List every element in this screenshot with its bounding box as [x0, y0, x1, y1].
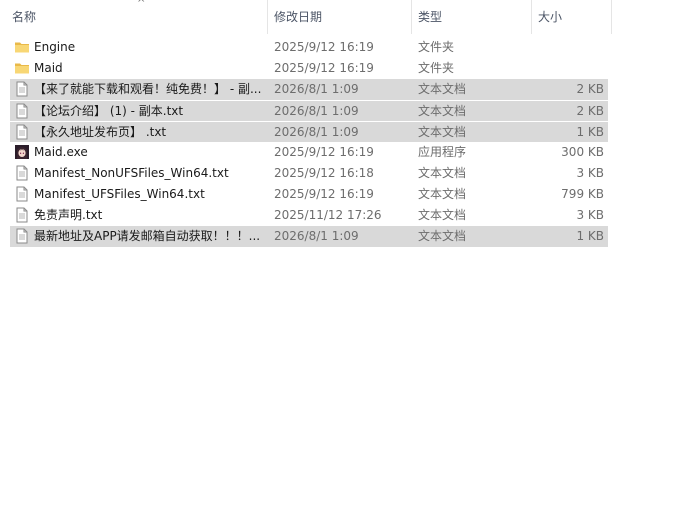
app-icon	[14, 142, 30, 163]
text-file-icon	[14, 226, 30, 247]
file-modified-date: 2026/8/1 1:09	[274, 82, 359, 96]
file-name: 【论坛介绍】 (1) - 副本.txt	[34, 104, 184, 118]
text-file-icon	[14, 122, 30, 142]
text-file-icon	[14, 205, 30, 226]
file-size	[530, 37, 604, 58]
file-list-pane: ^ 名称 修改日期 类型 大小 Engine 2025/9/12 16:19 文件夹…	[0, 0, 687, 516]
text-file-icon	[14, 101, 30, 121]
file-modified-date: 2025/9/12 16:19	[274, 187, 374, 201]
file-modified-date: 2026/8/1 1:09	[274, 229, 359, 243]
file-name: Manifest_UFSFiles_Win64.txt	[34, 187, 205, 201]
file-row[interactable]: 【来了就能下载和观看！纯免费！】 - 副... 2026/8/1 1:09 文本文档…	[10, 79, 608, 100]
file-type: 文本文档	[418, 82, 467, 96]
file-type: 文件夹	[418, 40, 455, 54]
file-size: 300 KB	[561, 145, 604, 159]
folder-icon	[14, 37, 30, 58]
text-file-icon	[14, 79, 30, 100]
file-name: Maid.exe	[34, 145, 88, 159]
file-modified-date: 2025/11/12 17:26	[274, 208, 382, 222]
file-row[interactable]: 【论坛介绍】 (1) - 副本.txt 2026/8/1 1:09 文本文档 2 KB	[10, 100, 608, 121]
column-header-type[interactable]: 类型	[412, 0, 532, 34]
file-type: 文本文档	[418, 229, 467, 243]
file-modified-date: 2025/9/12 16:19	[274, 61, 374, 75]
file-size: 1 KB	[576, 125, 604, 139]
column-header-size[interactable]: 大小	[532, 0, 612, 34]
file-row[interactable]: 【永久地址发布页】 .txt 2026/8/1 1:09 文本文档 1 KB	[10, 121, 608, 142]
file-size: 799 KB	[561, 187, 604, 201]
file-size: 3 KB	[576, 166, 604, 180]
column-header-bar: ^ 名称 修改日期 类型 大小	[0, 0, 612, 34]
column-header-type-label: 类型	[418, 10, 443, 24]
file-name: 免责声明.txt	[34, 208, 103, 222]
file-size: 2 KB	[576, 104, 604, 118]
file-type: 文本文档	[418, 125, 467, 139]
file-modified-date: 2025/9/12 16:19	[274, 40, 374, 54]
file-size: 3 KB	[576, 208, 604, 222]
file-name: 【永久地址发布页】 .txt	[34, 125, 167, 139]
column-header-name[interactable]: ^ 名称	[6, 0, 268, 34]
file-name: 【来了就能下载和观看！纯免费！】 - 副...	[34, 82, 262, 96]
file-row[interactable]: 免责声明.txt 2025/11/12 17:26 文本文档 3 KB	[10, 205, 608, 226]
file-list: Engine 2025/9/12 16:19 文件夹 Maid 2025/9/12 16…	[10, 37, 608, 247]
file-row[interactable]: Maid 2025/9/12 16:19 文件夹	[10, 58, 608, 79]
column-header-date[interactable]: 修改日期	[268, 0, 412, 34]
file-row[interactable]: Maid.exe 2025/9/12 16:19 应用程序 300 KB	[10, 142, 608, 163]
file-size	[530, 58, 604, 79]
file-type: 应用程序	[418, 145, 467, 159]
folder-icon	[14, 58, 30, 79]
file-modified-date: 2025/9/12 16:19	[274, 145, 374, 159]
file-row[interactable]: 最新地址及APP请发邮箱自动获取！！！... 2026/8/1 1:09 文本文档 1…	[10, 226, 608, 247]
file-name: Maid	[34, 61, 63, 75]
file-size: 1 KB	[576, 229, 604, 243]
file-row[interactable]: Manifest_UFSFiles_Win64.txt 2025/9/12 16:…	[10, 184, 608, 205]
file-name: 最新地址及APP请发邮箱自动获取！！！...	[34, 229, 261, 243]
file-type: 文本文档	[418, 166, 467, 180]
column-header-size-label: 大小	[538, 10, 563, 24]
sort-ascending-icon: ^	[137, 0, 146, 9]
file-row[interactable]: Engine 2025/9/12 16:19 文件夹	[10, 37, 608, 58]
file-type: 文本文档	[418, 187, 467, 201]
column-header-name-label: 名称	[12, 10, 37, 24]
file-row[interactable]: Manifest_NonUFSFiles_Win64.txt 2025/9/12 …	[10, 163, 608, 184]
text-file-icon	[14, 184, 30, 205]
file-name: Engine	[34, 40, 76, 54]
file-modified-date: 2026/8/1 1:09	[274, 125, 359, 139]
file-size: 2 KB	[576, 82, 604, 96]
file-modified-date: 2025/9/12 16:18	[274, 166, 374, 180]
text-file-icon	[14, 163, 30, 184]
file-type: 文本文档	[418, 208, 467, 222]
file-modified-date: 2026/8/1 1:09	[274, 104, 359, 118]
column-header-date-label: 修改日期	[274, 10, 323, 24]
file-name: Manifest_NonUFSFiles_Win64.txt	[34, 166, 229, 180]
file-type: 文本文档	[418, 104, 467, 118]
file-type: 文件夹	[418, 61, 455, 75]
